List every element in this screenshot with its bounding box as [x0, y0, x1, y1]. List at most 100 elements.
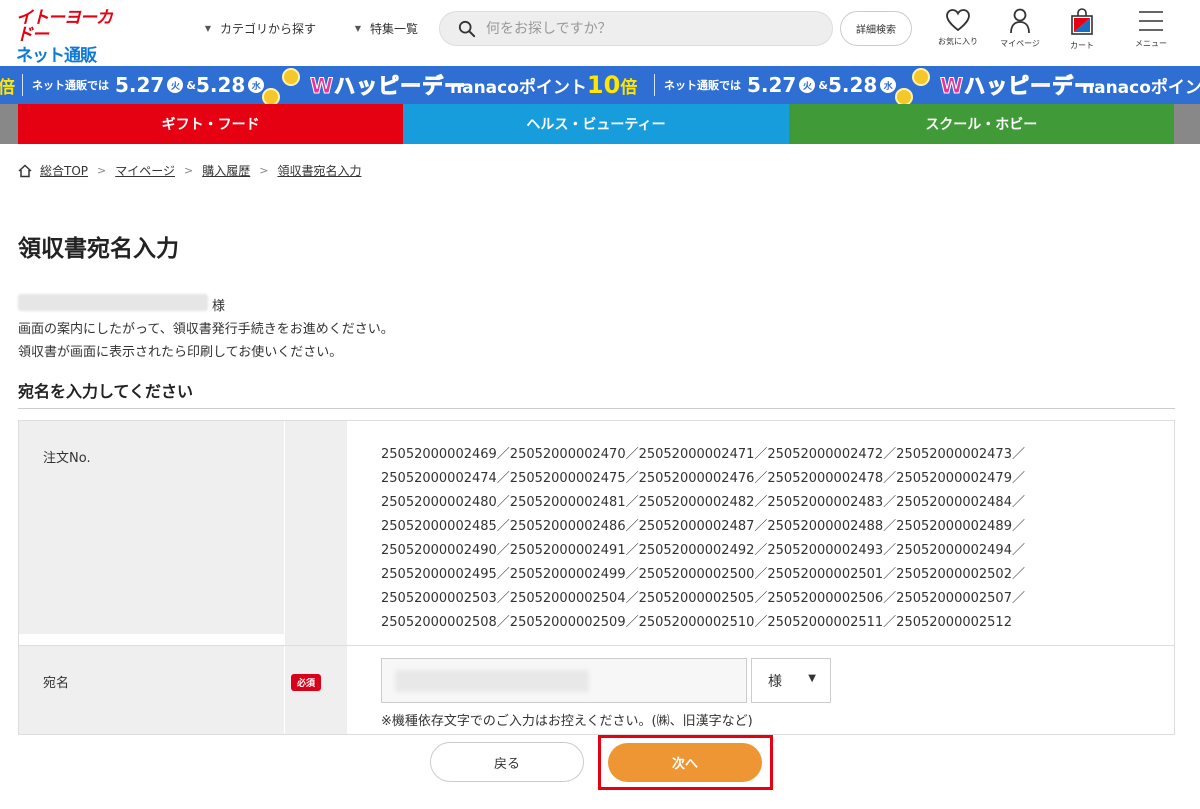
- banner-edge-text: 倍: [0, 77, 15, 98]
- section-title: 宛名を入力してください: [18, 382, 194, 401]
- section-divider: [18, 408, 1175, 409]
- order-number-line: 25052000002474／25052000002475／2505200000…: [381, 471, 1025, 486]
- promo-banner[interactable]: 倍 ネット通販では 5.27 火 & 5.28 水 Wハッピーデー nanaco…: [0, 66, 1200, 104]
- coin-icon: [282, 68, 300, 86]
- user-icon: [1010, 8, 1030, 34]
- banner-day2: 水: [248, 77, 265, 93]
- order-number-value-cell: 25052000002469／25052000002470／2505200000…: [347, 421, 1174, 645]
- intro-line-2: 領収書が画面に表示されたら印刷してお使いください。: [18, 345, 343, 360]
- honorific-select-value: 様: [768, 673, 782, 690]
- order-number-line: 25052000002503／25052000002504／2505200000…: [381, 591, 1025, 606]
- required-badge: 必須: [291, 674, 322, 691]
- banner-nanaco: nanacoポイント: [450, 77, 587, 98]
- intro-text: 画面の案内にしたがって、領収書発行手続きをお進めください。 領収書が画面に表示さ…: [18, 318, 394, 364]
- tab-health-beauty[interactable]: ヘルス・ビューティー: [403, 104, 789, 144]
- search-bar: [439, 11, 833, 46]
- banner-prefix: ネット通販では: [32, 79, 109, 92]
- menu-label: メニュー: [1135, 39, 1167, 48]
- banner-divider: [22, 74, 23, 96]
- tab-school-hobby[interactable]: スクール・ホビー: [788, 104, 1174, 144]
- chevron-down-icon: ▼: [354, 24, 362, 33]
- chevron-right-icon: >: [259, 164, 269, 177]
- banner-divider: [654, 74, 655, 96]
- order-number-line: 25052000002508／25052000002509／2505200000…: [381, 615, 1012, 630]
- banner-date1: 5.27: [747, 73, 797, 97]
- recipient-name-value-cell: 様 ▼ ※機種依存文字でのご入力はお控えください。(㈱、旧漢字など): [347, 646, 1174, 734]
- banner-day1: 火: [799, 77, 816, 93]
- recipient-name-label: 宛名: [19, 646, 284, 734]
- chevron-down-icon: ▼: [204, 24, 212, 33]
- category-tabs: ギフト・フード ヘルス・ビューティー スクール・ホビー: [18, 104, 1174, 144]
- logo-line2: ネット通販: [16, 46, 97, 66]
- banner-date-block: ネット通販では 5.27 火 & 5.28 水: [664, 66, 899, 104]
- mypage-label: マイページ: [1000, 39, 1040, 48]
- logo-line1: イトーヨーカドー: [16, 8, 113, 45]
- home-icon: [18, 163, 32, 177]
- page-title: 領収書宛名入力: [18, 236, 179, 262]
- banner-amp: &: [186, 78, 196, 92]
- menu-button[interactable]: メニュー: [1121, 8, 1181, 58]
- redacted-customer-name: [18, 294, 208, 311]
- receipt-form-table: 注文No. 25052000002469／25052000002470／2505…: [18, 420, 1175, 735]
- cart-button[interactable]: カート: [1052, 8, 1112, 58]
- banner-w-happy: Wハッピーデー: [939, 74, 1097, 99]
- banner-day1: 火: [167, 77, 184, 93]
- order-number-line: 25052000002480／25052000002481／2505200000…: [381, 495, 1025, 510]
- dropdown-arrow-icon: ▼: [808, 673, 816, 684]
- order-number-row: 注文No. 25052000002469／25052000002470／2505…: [19, 421, 1174, 646]
- coin-icon: [912, 68, 930, 86]
- breadcrumb-home-link[interactable]: 総合TOP: [40, 162, 88, 179]
- input-note: ※機種依存文字でのご入力はお控えください。(㈱、旧漢字など): [381, 714, 753, 729]
- banner-bai: 倍: [620, 77, 638, 98]
- order-number-list: 25052000002469／25052000002470／2505200000…: [381, 443, 1071, 635]
- mypage-button[interactable]: マイページ: [990, 8, 1050, 58]
- breadcrumb-current: 領収書宛名入力: [277, 164, 362, 178]
- banner-prefix: ネット通販では: [664, 79, 741, 92]
- coin-icon: [895, 88, 913, 104]
- intro-line-1: 画面の案内にしたがって、領収書発行手続きをお進めください。: [18, 322, 394, 337]
- search-icon: [458, 20, 476, 38]
- banner-amp: &: [818, 78, 828, 92]
- breadcrumb-history-link[interactable]: 購入履歴: [202, 162, 250, 179]
- order-number-badge-cell: [284, 421, 347, 645]
- category-tabs-edge: [0, 104, 18, 144]
- site-header: イトーヨーカドー ネット通販 ▼ カテゴリから探す ▼ 特集一覧 詳細検索 お気…: [0, 0, 1200, 66]
- favorites-button[interactable]: お気に入り: [928, 8, 988, 58]
- tab-gift-food[interactable]: ギフト・フード: [18, 104, 404, 144]
- chevron-right-icon: >: [97, 164, 107, 177]
- search-input[interactable]: [486, 17, 816, 41]
- favorites-label: お気に入り: [938, 37, 978, 46]
- next-button[interactable]: 次へ: [608, 743, 762, 782]
- hamburger-menu-icon: [1139, 11, 1163, 31]
- banner-tail: nanacoポイン: [1082, 77, 1200, 98]
- category-browse-label: カテゴリから探す: [220, 22, 317, 36]
- category-tabs-edge: [1174, 104, 1200, 144]
- banner-ten: 10: [586, 71, 621, 99]
- honorific-select[interactable]: 様 ▼: [751, 658, 831, 703]
- feature-list-link[interactable]: ▼ 特集一覧: [352, 20, 418, 37]
- redacted-name-value: [395, 670, 589, 692]
- recipient-name-row: 宛名 必須 様 ▼ ※機種依存文字でのご入力はお控えください。(㈱、旧漢字など): [19, 646, 1174, 734]
- category-browse-link[interactable]: ▼ カテゴリから探す: [202, 20, 316, 37]
- cart-bag-icon: [1071, 8, 1093, 35]
- heart-icon: [946, 9, 970, 32]
- banner-date2: 5.28: [827, 73, 878, 97]
- customer-honorific: 様: [212, 299, 226, 314]
- cart-label: カート: [1070, 41, 1094, 50]
- order-number-label: 注文No.: [19, 421, 284, 634]
- order-number-line: 25052000002469／25052000002470／2505200000…: [381, 447, 1025, 462]
- back-button[interactable]: 戻る: [430, 742, 584, 782]
- coin-icon: [262, 88, 280, 104]
- banner-date-block: ネット通販では 5.27 火 & 5.28 水: [32, 66, 267, 104]
- order-number-line: 25052000002490／25052000002491／2505200000…: [381, 543, 1025, 558]
- banner-w-happy: Wハッピーデー: [309, 74, 467, 99]
- breadcrumb-mypage-link[interactable]: マイページ: [115, 162, 175, 179]
- banner-day2: 水: [880, 77, 897, 93]
- order-number-line: 25052000002495／25052000002499／2505200000…: [381, 567, 1025, 582]
- recipient-name-controls: 様 ▼ ※機種依存文字でのご入力はお控えください。(㈱、旧漢字など): [381, 646, 1174, 734]
- banner-date1: 5.27: [115, 73, 165, 97]
- feature-list-label: 特集一覧: [370, 22, 419, 36]
- required-badge-cell: 必須: [284, 646, 347, 734]
- advanced-search-button[interactable]: 詳細検索: [840, 11, 912, 46]
- site-logo[interactable]: イトーヨーカドー ネット通販: [16, 10, 116, 65]
